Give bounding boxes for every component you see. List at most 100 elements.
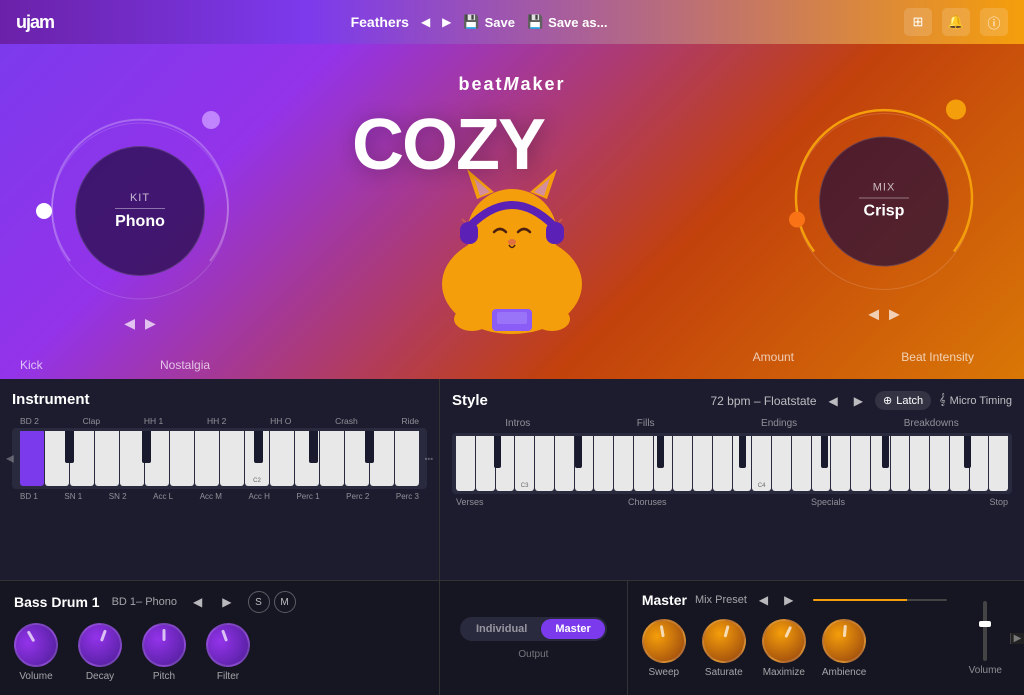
key-c2[interactable]: C2 [245, 431, 269, 486]
key-acch[interactable] [145, 431, 169, 486]
style-key-20[interactable] [831, 436, 850, 491]
style-key-11[interactable] [654, 436, 673, 491]
bass-drum-prev-button[interactable]: ◀ [189, 593, 206, 611]
style-key-22[interactable] [871, 436, 890, 491]
style-key-8[interactable] [594, 436, 613, 491]
mix-prev-button[interactable]: ◀ [868, 305, 879, 322]
style-key-23[interactable] [891, 436, 910, 491]
style-key-15[interactable] [733, 436, 752, 491]
keyboard-left-scroll[interactable]: ◀ [6, 453, 14, 464]
style-key-c4[interactable]: C4 [752, 436, 771, 491]
style-key-5[interactable] [535, 436, 554, 491]
maximize-knob[interactable] [755, 612, 813, 670]
decay-knob[interactable] [72, 617, 128, 673]
individual-button[interactable]: Individual [462, 619, 541, 639]
style-key-25[interactable] [930, 436, 949, 491]
mute-button[interactable]: M [274, 591, 296, 613]
kit-next-button[interactable]: ▶ [145, 315, 156, 332]
key-d2[interactable] [270, 431, 294, 486]
key-label-crash: Crash [335, 416, 358, 426]
right-panel-handle[interactable]: ▶ [1010, 633, 1024, 644]
volume-knob[interactable] [6, 615, 66, 675]
style-key-7[interactable] [575, 436, 594, 491]
solo-button[interactable]: S [248, 591, 270, 613]
save-as-icon: 💾 [527, 14, 543, 30]
style-key-28[interactable] [989, 436, 1008, 491]
key-e2[interactable] [295, 431, 319, 486]
key-bd1[interactable] [20, 431, 44, 486]
style-key-26[interactable] [950, 436, 969, 491]
sweep-knob-unit: Sweep [642, 619, 686, 678]
style-key-14[interactable] [713, 436, 732, 491]
prev-preset-button[interactable]: ◀ [421, 15, 430, 29]
master-toggle-button[interactable]: Master [541, 619, 604, 639]
key-perc2[interactable] [195, 431, 219, 486]
kit-prev-button[interactable]: ◀ [124, 315, 135, 332]
style-key-6[interactable] [555, 436, 574, 491]
sweep-knob[interactable] [638, 616, 689, 667]
key-perc3[interactable] [220, 431, 244, 486]
latch-button[interactable]: ⊕ Latch [875, 391, 931, 410]
saturate-knob[interactable] [697, 614, 751, 668]
style-key-10[interactable] [634, 436, 653, 491]
bottom-label-acch: Acc H [249, 492, 270, 501]
instrument-key-labels: BD 2 Clap HH 1 HH 2 HH O Crash Ride [12, 416, 427, 426]
key-perc1[interactable] [170, 431, 194, 486]
mix-nav: ◀ ▶ [868, 305, 900, 322]
mix-section: Mix Crisp ◀ ▶ [784, 101, 984, 322]
style-key-27[interactable] [970, 436, 989, 491]
key-f2[interactable] [320, 431, 344, 486]
filter-knob[interactable] [200, 617, 256, 673]
style-prev-button[interactable]: ◀ [825, 392, 842, 410]
style-key-13[interactable] [693, 436, 712, 491]
keyboard-right-dots: ••• [425, 454, 433, 463]
mix-next-button[interactable]: ▶ [889, 305, 900, 322]
style-bottom-choruses: Choruses [628, 497, 667, 507]
piano-keys: C2 [20, 431, 419, 486]
bottom-label-accl: Acc L [153, 492, 173, 501]
master-prev-button[interactable]: ◀ [755, 591, 772, 609]
key-sn2[interactable] [70, 431, 94, 486]
ambience-knob[interactable] [820, 617, 868, 665]
style-key-3[interactable] [496, 436, 515, 491]
pitch-knob[interactable] [142, 623, 186, 667]
bottom-label-sn2: SN 2 [109, 492, 127, 501]
style-next-button[interactable]: ▶ [850, 392, 867, 410]
hero-section: beatMaker Snare Kit Phono ◀ ▶ Kick Nosta [0, 44, 1024, 379]
master-next-button[interactable]: ▶ [780, 591, 797, 609]
grid-icon-button[interactable]: ⊞ [904, 8, 932, 36]
style-key-18[interactable] [792, 436, 811, 491]
key-accl[interactable] [95, 431, 119, 486]
style-key-21[interactable] [851, 436, 870, 491]
key-accm[interactable] [120, 431, 144, 486]
key-b2[interactable] [395, 431, 419, 486]
next-preset-button[interactable]: ▶ [442, 15, 451, 29]
style-key-9[interactable] [614, 436, 633, 491]
instrument-panel: Instrument BD 2 Clap HH 1 HH 2 HH O Cras… [0, 379, 440, 580]
key-a2[interactable] [370, 431, 394, 486]
micro-timing-button[interactable]: 𝄞 Micro Timing [939, 394, 1012, 407]
bass-drum-next-button[interactable]: ▶ [218, 593, 235, 611]
style-top-labels: Intros Fills Endings Breakdowns [452, 418, 1012, 429]
drum-controls: Bass Drum 1 BD 1– Phono ◀ ▶ S M Volume D… [0, 580, 1024, 695]
bell-icon-button[interactable]: 🔔 [942, 8, 970, 36]
style-key-1[interactable] [456, 436, 475, 491]
style-bottom-labels: Verses Choruses Specials Stop [452, 497, 1012, 507]
key-sn1[interactable] [45, 431, 69, 486]
master-volume-slider[interactable] [983, 601, 987, 661]
keyboard-container: C2 [12, 428, 427, 489]
master-slider[interactable] [813, 599, 946, 601]
kit-knob-ring-svg [40, 111, 240, 311]
style-key-c3[interactable]: C3 [515, 436, 534, 491]
save-button[interactable]: 💾 Save [463, 14, 515, 30]
key-g2[interactable] [345, 431, 369, 486]
save-as-button[interactable]: 💾 Save as... [527, 14, 607, 30]
pitch-knob-unit: Pitch [142, 623, 186, 682]
style-key-12[interactable] [673, 436, 692, 491]
style-key-24[interactable] [910, 436, 929, 491]
style-key-17[interactable] [772, 436, 791, 491]
style-key-2[interactable] [476, 436, 495, 491]
info-icon-button[interactable]: ⓘ [980, 8, 1008, 36]
style-bottom-specials: Specials [811, 497, 845, 507]
style-key-19[interactable] [812, 436, 831, 491]
